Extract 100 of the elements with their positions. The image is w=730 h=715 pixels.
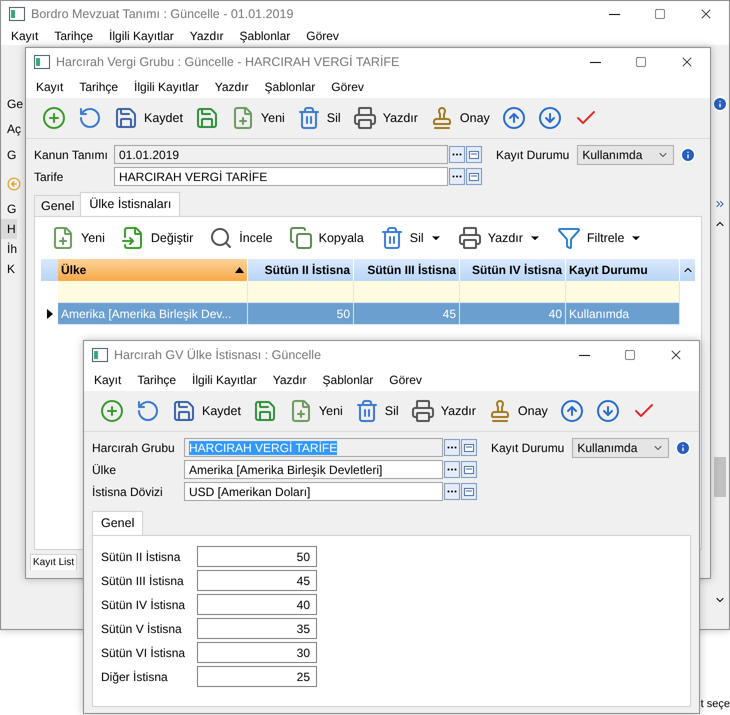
menu-item[interactable]: Görev <box>323 80 372 94</box>
toolbar-button[interactable]: Kaydet <box>170 397 243 425</box>
toolbar-button[interactable]: Yeni <box>228 104 287 132</box>
toolbar-button[interactable]: Yeni <box>286 397 345 425</box>
trash-icon <box>380 226 404 250</box>
toolbar-button[interactable]: Kopyala <box>286 224 366 252</box>
menu-item[interactable]: Kayıt <box>28 80 72 94</box>
browse-button[interactable] <box>444 483 460 500</box>
input-field[interactable]: 45 <box>197 570 317 591</box>
toolbar-button[interactable]: Sil <box>378 224 444 252</box>
status-dropdown[interactable]: Kullanımda <box>572 438 670 458</box>
input-field[interactable]: 40 <box>197 594 317 615</box>
list-item[interactable]: G <box>1 199 18 219</box>
scrollbar-thumb[interactable] <box>714 457 726 497</box>
card-button[interactable] <box>466 146 482 163</box>
menu-item[interactable]: Tarihçe <box>129 373 184 387</box>
undo-icon <box>78 106 102 130</box>
info-icon[interactable] <box>680 147 696 163</box>
toolbar-button[interactable]: Yazdır <box>456 224 543 252</box>
menu-item[interactable]: Kayıt <box>3 29 46 43</box>
filter-cell[interactable] <box>354 281 460 303</box>
input-field[interactable]: 50 <box>197 546 317 567</box>
menu-item[interactable]: İlgili Kayıtlar <box>101 29 182 43</box>
menu-item[interactable]: İlgili Kayıtlar <box>126 80 207 94</box>
input-field[interactable]: Amerika [Amerika Birleşik Devletleri] <box>184 460 443 479</box>
menu-item[interactable]: Yazdır <box>206 80 257 94</box>
toolbar-button[interactable]: Onay <box>428 104 492 132</box>
toolbar-button[interactable]: Yazdır <box>408 397 478 425</box>
card-button[interactable] <box>461 439 477 456</box>
card-icon <box>464 488 474 496</box>
menu-item[interactable]: Şablonlar <box>232 29 298 43</box>
menu-item[interactable]: İlgili Kayıtlar <box>184 373 265 387</box>
toolbar-button[interactable] <box>98 397 126 425</box>
browse-button[interactable] <box>444 439 460 456</box>
toolbar-button[interactable]: Filtrele <box>554 224 644 252</box>
field-label: Ülke <box>92 462 118 476</box>
menu-item[interactable]: Görev <box>381 373 430 387</box>
toolbar-button[interactable]: Kaydet <box>112 104 185 132</box>
menu-item[interactable]: Tarihçe <box>71 80 126 94</box>
document-arrow-icon <box>120 226 145 250</box>
tab[interactable]: Genel <box>92 511 144 535</box>
window-icon <box>92 348 108 362</box>
card-button[interactable] <box>461 461 477 478</box>
list-item[interactable]: İh <box>1 239 18 259</box>
input-field[interactable]: USD [Amerikan Doları] <box>184 482 443 501</box>
menu-item[interactable]: Yazdır <box>264 373 315 387</box>
filter-cell[interactable] <box>460 281 566 303</box>
card-button[interactable] <box>461 483 477 500</box>
tab[interactable]: G <box>1 141 18 169</box>
toolbar-button[interactable]: Onay <box>486 397 550 425</box>
window-title: Bordro Mevzuat Tanımı : Güncelle - 01.01.2019 <box>31 7 294 21</box>
input-field[interactable]: HARCIRAH VERGİ TARİFE <box>114 167 448 186</box>
status-dropdown[interactable]: Kullanımda <box>577 145 674 165</box>
field-label: İstisna Dövizi <box>92 484 164 498</box>
browse-button[interactable] <box>449 168 465 185</box>
filter-cell[interactable] <box>58 281 248 303</box>
tab[interactable]: Kayıt List <box>30 554 78 570</box>
ellipsis-icon <box>447 446 457 449</box>
card-icon <box>469 150 479 158</box>
toolbar-button[interactable] <box>40 104 68 132</box>
maximize-icon <box>654 8 666 20</box>
menu-item[interactable]: Tarihçe <box>46 29 102 43</box>
list-item[interactable]: H <box>1 219 17 239</box>
printer-icon <box>352 106 377 130</box>
info-icon[interactable] <box>712 96 728 112</box>
funnel-icon <box>556 226 581 250</box>
toolbar-button[interactable]: İncele <box>207 224 275 252</box>
input-field[interactable]: 35 <box>197 618 317 639</box>
double-chevron-icon[interactable] <box>714 198 726 210</box>
menu-item[interactable]: Şablonlar <box>314 373 382 387</box>
input-field[interactable]: 30 <box>197 642 317 663</box>
card-icon <box>464 444 474 452</box>
toolbar-button[interactable]: Sil <box>352 397 401 425</box>
input-field[interactable]: 01.01.2019 <box>114 145 448 164</box>
menu-item[interactable]: Kayıt <box>86 373 130 387</box>
table-cell: 40 <box>460 303 566 325</box>
card-button[interactable] <box>466 168 482 185</box>
toolbar-button[interactable]: Sil <box>294 104 343 132</box>
menu-item[interactable]: Görev <box>298 29 347 43</box>
field-label: Aç <box>6 120 22 138</box>
printer-icon <box>458 226 482 250</box>
filter-cell[interactable] <box>248 281 354 303</box>
tab[interactable]: Ülke İstisnaları <box>80 192 180 216</box>
browse-button[interactable] <box>444 461 460 478</box>
toolbar-button[interactable]: Değiştir <box>118 224 196 252</box>
info-icon[interactable] <box>675 440 692 456</box>
input-field[interactable]: 25 <box>197 666 317 687</box>
table-cell: 50 <box>248 303 354 325</box>
browse-button[interactable] <box>449 146 465 163</box>
column-header[interactable]: Ülke <box>58 259 248 281</box>
ellipsis-icon <box>452 153 462 156</box>
menu-item[interactable]: Şablonlar <box>256 80 324 94</box>
menu-item[interactable]: Yazdır <box>182 29 232 43</box>
toolbar-button[interactable]: Yeni <box>49 224 107 252</box>
tab[interactable]: Genel <box>34 195 82 216</box>
trash-icon <box>296 106 321 130</box>
list-item[interactable]: K <box>1 259 16 279</box>
filter-cell[interactable] <box>566 281 680 303</box>
toolbar-button[interactable]: Yazdır <box>350 104 420 132</box>
maximize-icon <box>635 56 647 68</box>
